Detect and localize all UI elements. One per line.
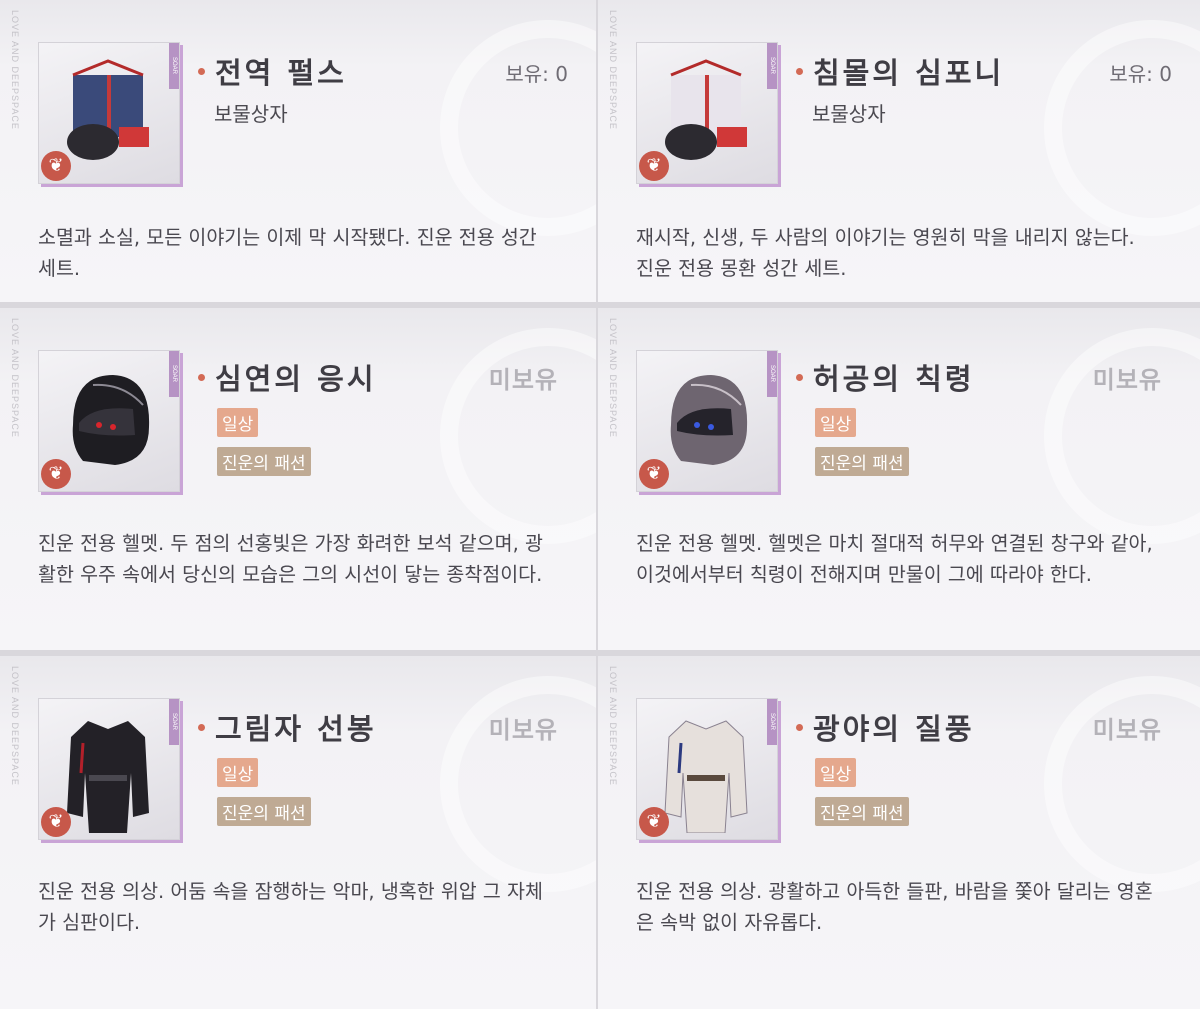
item-subtype: 보물상자 — [214, 102, 288, 126]
item-card[interactable]: LOVE AND DEEPSPACE SOAR ❦ 심연의 응시 미보유 일상 … — [0, 308, 596, 650]
feather-icon: ❦ — [41, 151, 71, 181]
feather-icon: ❦ — [639, 807, 669, 837]
title-dot — [198, 373, 205, 381]
watermark-text: LOVE AND DEEPSPACE — [608, 318, 618, 438]
daily-badge: 일상 — [815, 758, 857, 787]
thumb-tag: SOAR — [767, 43, 777, 89]
decorative-ring — [440, 20, 596, 236]
item-card[interactable]: LOVE AND DEEPSPACE SOAR ❦ 침몰의 심포니 보유: 0 … — [598, 0, 1200, 302]
feather-icon: ❦ — [41, 807, 71, 837]
item-description: 진운 전용 헬멧. 두 점의 선홍빛은 가장 화려한 보석 같으며, 광활한 우… — [38, 532, 543, 586]
daily-badge: 일상 — [217, 408, 259, 437]
item-thumbnail[interactable]: SOAR ❦ — [38, 698, 180, 840]
watermark-text: LOVE AND DEEPSPACE — [10, 318, 20, 438]
item-thumbnail[interactable]: SOAR ❦ — [38, 42, 180, 184]
watermark-text: LOVE AND DEEPSPACE — [608, 10, 618, 130]
thumb-tag: SOAR — [767, 351, 777, 397]
item-description: 진운 전용 의상. 광활하고 아득한 들판, 바람을 쫓아 달리는 영혼은 속박… — [636, 880, 1153, 934]
item-description: 진운 전용 헬멧. 헬멧은 마치 절대적 허무와 연결된 창구와 같아, 이것에… — [636, 532, 1153, 586]
watermark-text: LOVE AND DEEPSPACE — [608, 666, 618, 786]
item-thumbnail[interactable]: SOAR ❦ — [636, 350, 778, 492]
thumb-tag: SOAR — [169, 351, 179, 397]
item-title: 전역 펄스 — [215, 56, 347, 90]
gift-box-icon — [67, 59, 149, 160]
item-card[interactable]: LOVE AND DEEPSPACE SOAR ❦ 허공의 칙령 미보유 일상 … — [598, 308, 1200, 650]
title-dot — [796, 723, 803, 731]
item-thumbnail[interactable]: SOAR ❦ — [38, 350, 180, 492]
title-dot — [198, 67, 205, 75]
helmet-icon — [670, 375, 748, 465]
thumb-tag: SOAR — [767, 699, 777, 745]
item-card[interactable]: LOVE AND DEEPSPACE SOAR ❦ 광야의 질풍 미보유 일상 … — [598, 656, 1200, 1009]
decorative-ring — [440, 676, 596, 892]
fashion-badge: 진운의 패션 — [217, 447, 311, 476]
feather-icon: ❦ — [639, 151, 669, 181]
thumb-tag: SOAR — [169, 699, 179, 745]
fashion-badge: 진운의 패션 — [815, 447, 909, 476]
decorative-ring — [1044, 676, 1200, 892]
item-title: 허공의 칙령 — [813, 362, 975, 396]
item-description: 재시작, 신생, 두 사람의 이야기는 영원히 막을 내리지 않는다. 진운 전… — [636, 226, 1135, 280]
title-dot — [796, 67, 803, 75]
daily-badge: 일상 — [815, 408, 857, 437]
gift-box-icon — [665, 59, 747, 160]
ownership-status: 미보유 — [488, 366, 558, 394]
ownership-status: 미보유 — [1092, 716, 1162, 744]
item-title: 심연의 응시 — [215, 362, 377, 396]
owned-count: 보유: 0 — [505, 62, 568, 86]
item-description: 진운 전용 의상. 어둠 속을 잠행하는 악마, 냉혹한 위압 그 자체가 심판… — [38, 880, 543, 934]
fashion-badge: 진운의 패션 — [217, 797, 311, 826]
ownership-status: 미보유 — [488, 716, 558, 744]
item-title: 광야의 질풍 — [813, 712, 975, 746]
item-description: 소멸과 소실, 모든 이야기는 이제 막 시작됐다. 진운 전용 성간 세트. — [38, 226, 537, 280]
ownership-status: 미보유 — [1092, 366, 1162, 394]
feather-icon: ❦ — [639, 459, 669, 489]
feather-icon: ❦ — [41, 459, 71, 489]
owned-count: 보유: 0 — [1109, 62, 1172, 86]
title-dot — [198, 723, 205, 731]
fashion-badge: 진운의 패션 — [815, 797, 909, 826]
item-subtype: 보물상자 — [812, 102, 886, 126]
item-thumbnail[interactable]: SOAR ❦ — [636, 698, 778, 840]
decorative-ring — [1044, 20, 1200, 236]
watermark-text: LOVE AND DEEPSPACE — [10, 10, 20, 130]
item-title: 침몰의 심포니 — [813, 56, 1005, 90]
item-thumbnail[interactable]: SOAR ❦ — [636, 42, 778, 184]
daily-badge: 일상 — [217, 758, 259, 787]
watermark-text: LOVE AND DEEPSPACE — [10, 666, 20, 786]
item-title: 그림자 선봉 — [215, 712, 377, 746]
item-card[interactable]: LOVE AND DEEPSPACE SOAR ❦ 전역 펄스 보유: 0 보물… — [0, 0, 596, 302]
item-card[interactable]: LOVE AND DEEPSPACE SOAR ❦ 그림자 선봉 미보유 일상 … — [0, 656, 596, 1009]
title-dot — [796, 373, 803, 381]
helmet-icon — [72, 375, 150, 465]
thumb-tag: SOAR — [169, 43, 179, 89]
